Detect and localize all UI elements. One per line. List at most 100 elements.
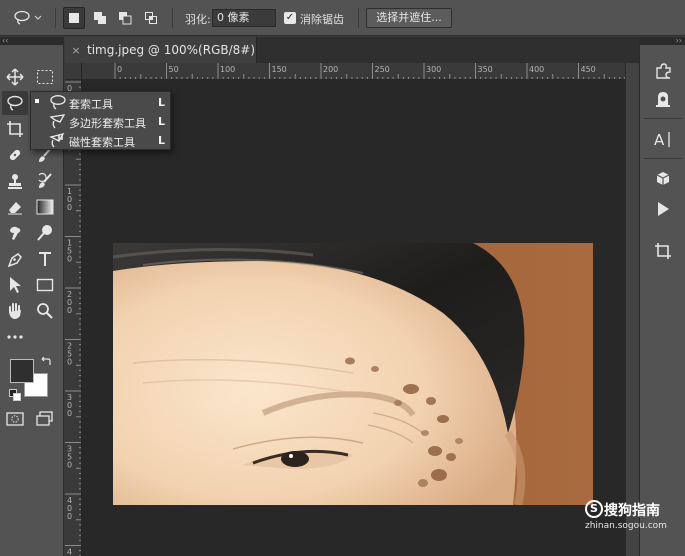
more-tools[interactable] — [2, 325, 28, 349]
ruler-label: 0 — [67, 461, 72, 470]
dodge-icon — [37, 225, 52, 241]
flyout-item-magnetic-lasso[interactable]: 磁性套索工具 L — [31, 131, 170, 150]
3d-icon — [656, 172, 670, 185]
plugins-panel-button[interactable] — [650, 59, 676, 83]
marquee-icon — [37, 70, 53, 84]
learn-panel-button[interactable] — [650, 87, 676, 111]
flyout-item-shortcut: L — [158, 134, 166, 147]
tab-close-icon[interactable]: × — [65, 44, 87, 57]
lasso-tool[interactable] — [2, 91, 28, 115]
gradient-icon — [36, 199, 54, 215]
vertical-ruler-ticks: 050100150200250300350400450 — [65, 81, 81, 556]
ruler-label: 300 — [426, 65, 441, 74]
panel-separator — [644, 158, 682, 159]
antialias-label: 消除锯齿 — [300, 13, 344, 26]
document-tab-title: timg.jpeg @ 100%(RGB/8#) — [87, 43, 256, 57]
vertical-ruler: 050100150200250300350400450 — [65, 80, 82, 556]
ruler-label: 450 — [581, 65, 596, 74]
ruler-label: 0 — [67, 306, 72, 315]
hand-tool[interactable] — [2, 299, 28, 323]
panel-separator — [644, 118, 682, 119]
crop-panel-button[interactable] — [650, 239, 676, 263]
character-icon: A — [654, 131, 670, 148]
smudge-tool[interactable] — [2, 221, 28, 245]
history-brush-icon — [38, 172, 52, 188]
quick-mask-icon — [6, 412, 24, 426]
pen-tool[interactable] — [2, 247, 28, 271]
path-select-tool[interactable] — [2, 273, 28, 297]
zoom-tool[interactable] — [32, 299, 58, 323]
canvas-area[interactable] — [82, 80, 625, 556]
horizontal-ruler-ticks: 05010015020025030035040045050 — [114, 63, 625, 79]
lasso-tool-preset[interactable] — [8, 8, 48, 28]
ruler-label: 0 — [67, 203, 72, 212]
stamp-tool[interactable] — [2, 169, 28, 193]
marquee-tool[interactable] — [32, 65, 58, 89]
eraser-tool[interactable] — [2, 195, 28, 219]
screen-mode-button[interactable] — [32, 407, 58, 431]
svg-text:A: A — [654, 131, 665, 148]
options-divider — [172, 8, 173, 28]
lasso-tools-flyout: 套索工具 L 多边形套索工具 L 磁性套索工具 L — [30, 91, 171, 150]
new-selection-button[interactable] — [63, 7, 85, 29]
crop-panel-icon — [655, 243, 671, 259]
move-icon — [6, 68, 24, 86]
select-and-mask-button[interactable]: 选择并遮住... — [366, 8, 452, 28]
healing-tool[interactable] — [2, 143, 28, 167]
history-brush-tool[interactable] — [32, 169, 58, 193]
dodge-tool[interactable] — [32, 221, 58, 245]
move-tool[interactable] — [2, 65, 28, 89]
sogou-logo-icon: S — [585, 500, 603, 518]
ruler-label: 0 — [67, 512, 72, 521]
foreground-color-swatch[interactable] — [10, 359, 34, 383]
actions-panel-button[interactable] — [650, 197, 676, 221]
options-divider — [55, 8, 56, 28]
flyout-item-label: 套索工具 — [69, 98, 113, 111]
flyout-item-label: 磁性套索工具 — [69, 136, 135, 149]
healing-icon — [9, 149, 21, 161]
learn-icon — [656, 92, 670, 107]
gradient-tool[interactable] — [32, 195, 58, 219]
watermark-brand: 搜狗指南 — [604, 503, 660, 519]
type-tool[interactable] — [32, 247, 58, 271]
new-selection-icon — [69, 13, 79, 23]
smudge-icon — [10, 226, 21, 240]
ruler-label: 0 — [67, 255, 72, 264]
crop-tool[interactable] — [2, 117, 28, 141]
flyout-item-lasso[interactable]: 套索工具 L — [31, 93, 170, 112]
intersect-selection-icon — [145, 12, 157, 24]
subtract-from-selection-button[interactable] — [114, 7, 136, 29]
right-panel-dock: A — [639, 45, 685, 556]
selected-marker — [35, 99, 39, 103]
document-tab[interactable]: × timg.jpeg @ 100%(RGB/8#) — [65, 37, 257, 63]
ruler-label: 0 — [67, 409, 72, 418]
stamp-icon — [8, 174, 22, 189]
crop-icon — [7, 121, 23, 137]
right-panel-collapse[interactable]: ›› — [639, 37, 685, 45]
type-icon — [39, 252, 51, 266]
flyout-item-polygonal-lasso[interactable]: 多边形套索工具 L — [31, 112, 170, 131]
character-panel-button[interactable]: A — [650, 127, 676, 151]
quick-mask-button[interactable] — [2, 407, 28, 431]
ruler-label: 200 — [323, 65, 338, 74]
lasso-icon — [7, 95, 23, 111]
add-to-selection-button[interactable] — [89, 7, 111, 29]
polygonal-lasso-icon — [49, 114, 66, 129]
lasso-icon — [14, 10, 42, 25]
default-colors-icon[interactable] — [9, 389, 21, 401]
3d-panel-button[interactable] — [650, 167, 676, 191]
add-to-selection-icon — [94, 12, 106, 24]
rectangle-tool[interactable] — [32, 273, 58, 297]
antialias-checkbox[interactable]: ✓ — [284, 12, 296, 24]
intersect-selection-button[interactable] — [140, 7, 162, 29]
ruler-label: 0 — [67, 358, 72, 367]
rectangle-icon — [36, 278, 54, 292]
flyout-item-shortcut: L — [158, 96, 166, 109]
toolbar-collapse[interactable]: ‹‹ — [0, 37, 64, 45]
feather-input[interactable]: 0 像素 — [212, 9, 276, 27]
document-image[interactable] — [113, 243, 593, 505]
vertical-scrollbar[interactable] — [625, 63, 639, 556]
swap-colors-icon[interactable] — [40, 355, 52, 367]
ruler-label: 350 — [478, 65, 493, 74]
ruler-origin[interactable] — [65, 63, 82, 80]
